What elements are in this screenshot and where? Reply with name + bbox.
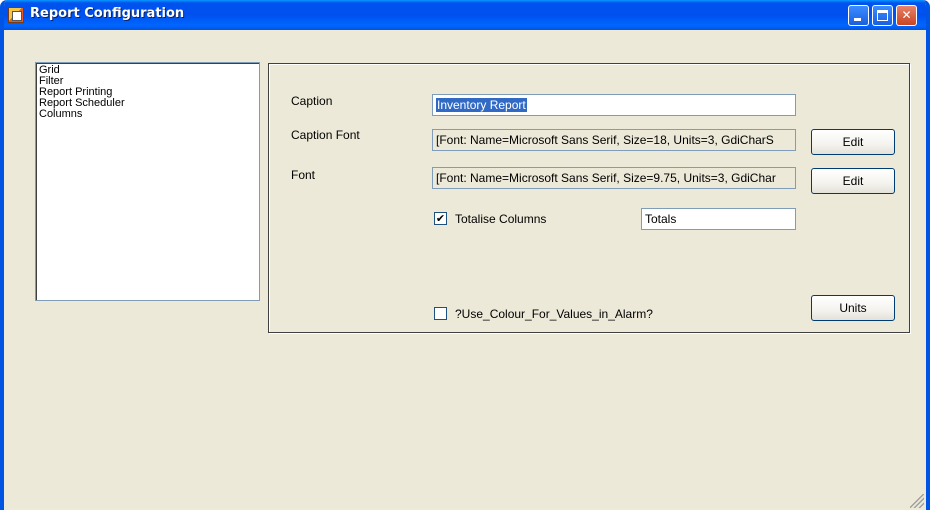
totals-input[interactable]: Totals — [641, 208, 796, 230]
settings-category-list[interactable]: Grid Filter Report Printing Report Sched… — [35, 62, 260, 301]
grid-settings-panel: Caption Inventory Report Caption Font [F… — [268, 63, 910, 333]
check-icon: ✔ — [435, 212, 446, 225]
title-bar[interactable]: Report Configuration ✕ — [4, 0, 926, 30]
resize-grip-icon[interactable] — [910, 494, 924, 508]
caption-input-value: Inventory Report — [436, 98, 527, 112]
maximize-icon — [877, 10, 888, 21]
alarm-colour-label[interactable]: ?Use_Colour_For_Values_in_Alarm? — [455, 307, 653, 321]
minimize-button[interactable] — [848, 5, 869, 26]
caption-font-field[interactable]: [Font: Name=Microsoft Sans Serif, Size=1… — [432, 129, 796, 151]
font-edit-button[interactable]: Edit — [811, 168, 895, 194]
caption-font-edit-button[interactable]: Edit — [811, 129, 895, 155]
caption-font-label: Caption Font — [291, 128, 360, 142]
close-button[interactable]: ✕ — [896, 5, 917, 26]
window-title: Report Configuration — [30, 6, 185, 21]
font-label: Font — [291, 168, 316, 182]
app-icon — [8, 7, 24, 23]
minimize-icon — [854, 18, 861, 21]
caption-input[interactable]: Inventory Report — [432, 94, 796, 116]
alarm-colour-checkbox[interactable] — [434, 307, 447, 320]
list-item-columns[interactable]: Columns — [39, 109, 256, 120]
report-configuration-window: Report Configuration ✕ Grid Filter Repor… — [0, 0, 930, 510]
totalise-columns-label[interactable]: Totalise Columns — [455, 212, 546, 226]
totalise-columns-checkbox[interactable]: ✔ — [434, 212, 447, 225]
list-item-grid[interactable]: Grid — [39, 65, 256, 76]
caption-label: Caption — [291, 94, 333, 108]
maximize-button[interactable] — [872, 5, 893, 26]
font-field[interactable]: [Font: Name=Microsoft Sans Serif, Size=9… — [432, 167, 796, 189]
close-icon: ✕ — [901, 8, 912, 22]
units-button[interactable]: Units — [811, 295, 895, 321]
